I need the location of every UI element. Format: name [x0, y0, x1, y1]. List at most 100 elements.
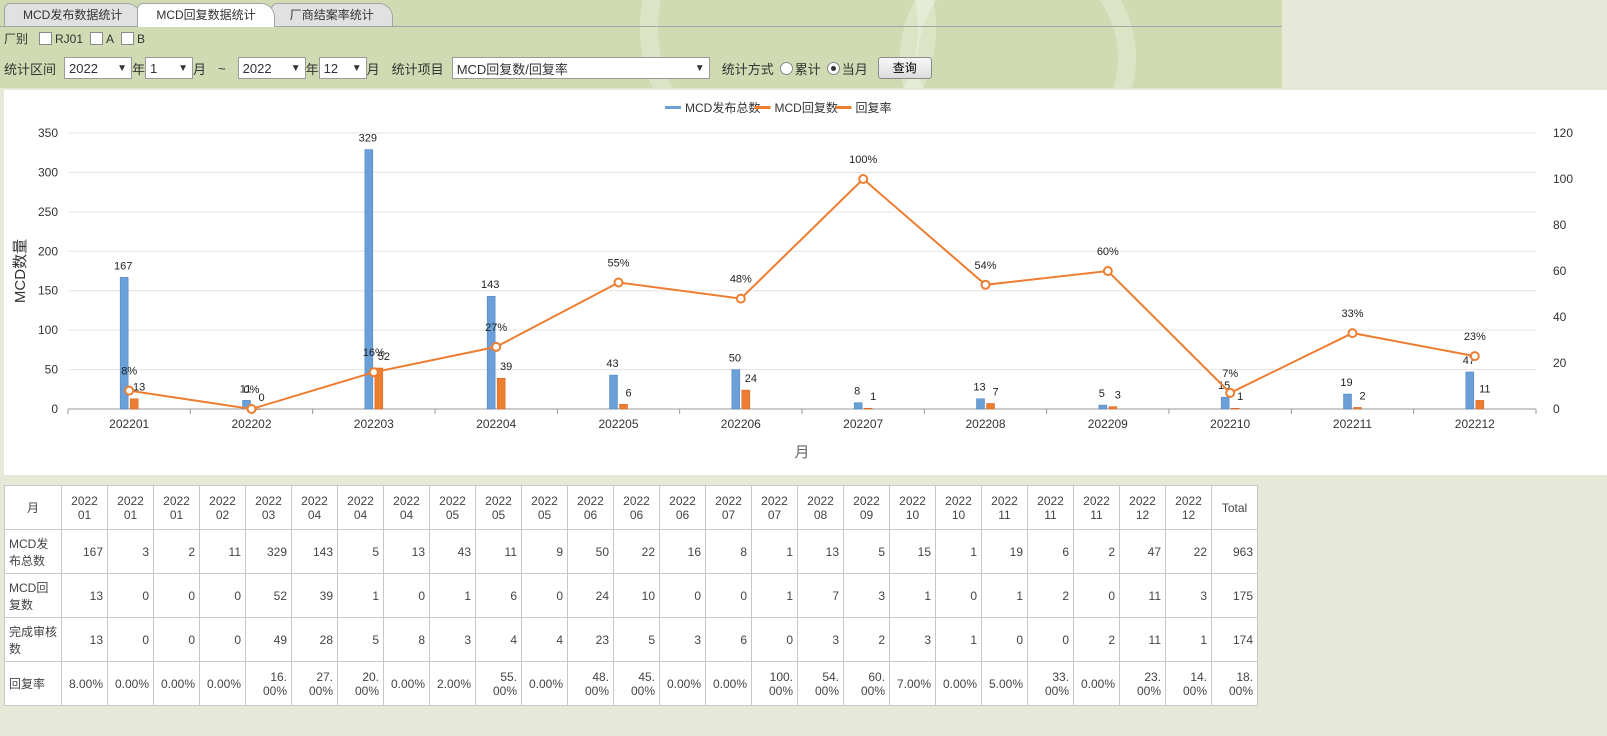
start-year-select[interactable]: 2022 ▼	[64, 57, 133, 79]
end-month-select[interactable]: 12 ▼	[318, 57, 367, 79]
x-tick-label: 202203	[354, 417, 394, 431]
y2-tick-label: 100	[1553, 172, 1573, 186]
table-cell: 175	[1211, 573, 1258, 618]
factory-option-label: A	[106, 31, 115, 46]
table-cell: 3	[1165, 573, 1212, 618]
tab-mcd-publish[interactable]: MCD发布数据统计	[4, 3, 142, 27]
table-row-header: MCD发 布总数	[4, 529, 62, 574]
table-cell: 50	[567, 529, 614, 574]
table-cell: 0	[199, 617, 246, 662]
factory-option-label: B	[137, 31, 146, 46]
reply-rate-point	[1225, 387, 1236, 398]
tab-vendor-close-rate[interactable]: 厂商结案率统计	[270, 3, 393, 27]
y2-tick-label: 20	[1553, 356, 1567, 370]
query-button[interactable]: 查询	[877, 57, 932, 79]
table-cell: 15	[889, 529, 936, 574]
factory-checkbox-a[interactable]	[90, 32, 104, 45]
table-header-cell: 2022 10	[889, 485, 936, 530]
table-cell: 16. 00%	[245, 661, 292, 706]
table-cell: 48. 00%	[567, 661, 614, 706]
table-cell: 1	[889, 573, 936, 618]
legend-swatch	[835, 106, 852, 109]
bar-data-label: 11	[1479, 383, 1490, 395]
bar-data-label: 143	[481, 279, 499, 291]
bar-published	[1220, 396, 1230, 410]
table-cell: 33. 00%	[1027, 661, 1074, 706]
table-row: MCD发 布总数 167 3 2 11 329 143 5 13 43 11 9 50 22 16 8 1 13 5 1…	[4, 529, 1258, 574]
chevron-down-icon: ▼	[351, 62, 362, 74]
table-cell: 13	[797, 529, 844, 574]
bar-data-label: 167	[114, 260, 132, 272]
table-cell: 4	[475, 617, 522, 662]
x-tick-label: 202209	[1088, 417, 1128, 431]
table-row: MCD回 复数 13 0 0 0 52 39 1 0 1 6 0 24 10 0 0 1 7 3 1 0 1 2 0 11 3 175	[4, 573, 1258, 618]
factory-checkbox-rj01[interactable]	[39, 32, 53, 45]
x-tick-label: 202212	[1455, 417, 1495, 431]
method-radio-monthly[interactable]	[826, 61, 840, 75]
item-select[interactable]: MCD回复数/回复率 ▼	[451, 57, 710, 79]
table-cell: 8.00%	[61, 661, 108, 706]
table-header-cell: 2022 12	[1119, 485, 1166, 530]
reply-rate-label: 23%	[1464, 331, 1486, 343]
table-cell: 5	[843, 529, 890, 574]
table-cell: 0.00%	[659, 661, 706, 706]
reply-rate-point	[613, 277, 624, 288]
table-header-row: 月 2022 01 2022 01 2022 01 2022 02 2022 03 2022 04 202…	[4, 485, 1258, 530]
y-tick-label: 50	[45, 363, 59, 377]
reply-rate-point	[491, 341, 502, 352]
reply-rate-point	[1347, 328, 1358, 339]
table-cell: 13	[61, 573, 108, 618]
table-header-cell: Total	[1211, 485, 1258, 530]
table-cell: 5	[337, 617, 384, 662]
table-header-cell: 2022 01	[153, 485, 200, 530]
start-month-value: 1	[150, 60, 158, 76]
table-cell: 24	[567, 573, 614, 618]
table-cell: 11	[199, 529, 246, 574]
table-header-cell: 2022 06	[567, 485, 614, 530]
table-header-cell: 2022 06	[613, 485, 660, 530]
bar-data-label: 50	[729, 353, 741, 365]
tab-mcd-reply[interactable]: MCD回复数据统计	[137, 3, 275, 27]
method-radio-cumulative[interactable]	[779, 61, 793, 75]
table-header-cell: 2022 03	[245, 485, 292, 530]
table-cell: 22	[613, 529, 660, 574]
table-cell: 8	[705, 529, 752, 574]
table-row: 完成审核数 13 0 0 0 49 28 5 8 3 4 4 23 5 3 6 0 3 2 3 1 0 0 2 11 1 174	[4, 617, 1258, 662]
table-cell: 2	[1073, 617, 1120, 662]
y-axis-title: MCD数量	[12, 239, 29, 303]
table-cell: 0	[751, 617, 798, 662]
factory-label: 厂别	[4, 32, 29, 46]
table-cell: 0	[153, 573, 200, 618]
factory-checkbox-b[interactable]	[121, 32, 135, 45]
bar-data-label: 329	[359, 133, 377, 145]
table-header-cell: 2022 07	[705, 485, 752, 530]
bar-published	[1343, 393, 1352, 410]
bar-published	[1465, 371, 1475, 410]
bar-data-label: 13	[973, 382, 985, 394]
end-year-select[interactable]: 2022 ▼	[237, 57, 306, 79]
bar-published	[486, 295, 496, 410]
reply-rate-point	[1469, 351, 1480, 362]
table-cell: 6	[475, 573, 522, 618]
x-tick-label: 202210	[1210, 417, 1250, 431]
start-month-select[interactable]: 1 ▼	[145, 57, 194, 79]
table-cell: 0	[383, 573, 430, 618]
data-table: 月 2022 01 2022 01 2022 01 2022 02 2022 03 2022 04 202…	[4, 485, 1258, 706]
x-tick-label: 202202	[231, 417, 271, 431]
table-cell: 10	[613, 573, 660, 618]
table-cell: 143	[291, 529, 338, 574]
table-cell: 8	[383, 617, 430, 662]
table-header-cell: 2022 01	[107, 485, 154, 530]
y-tick-label: 250	[38, 205, 58, 219]
reply-rate-point	[735, 293, 746, 304]
table-cell: 3	[843, 573, 890, 618]
y2-tick-label: 120	[1553, 126, 1573, 140]
table-cell: 0.00%	[199, 661, 246, 706]
table-cell: 0.00%	[153, 661, 200, 706]
table-cell: 13	[61, 617, 108, 662]
filter-panel: MCD发布数据统计 MCD回复数据统计 厂商结案率统计 厂别 RJ01 A B …	[0, 0, 1282, 88]
reply-rate-point	[1102, 266, 1113, 276]
x-tick-label: 202205	[598, 417, 638, 431]
table-cell: 167	[61, 529, 108, 574]
reply-rate-label: 54%	[974, 260, 996, 272]
